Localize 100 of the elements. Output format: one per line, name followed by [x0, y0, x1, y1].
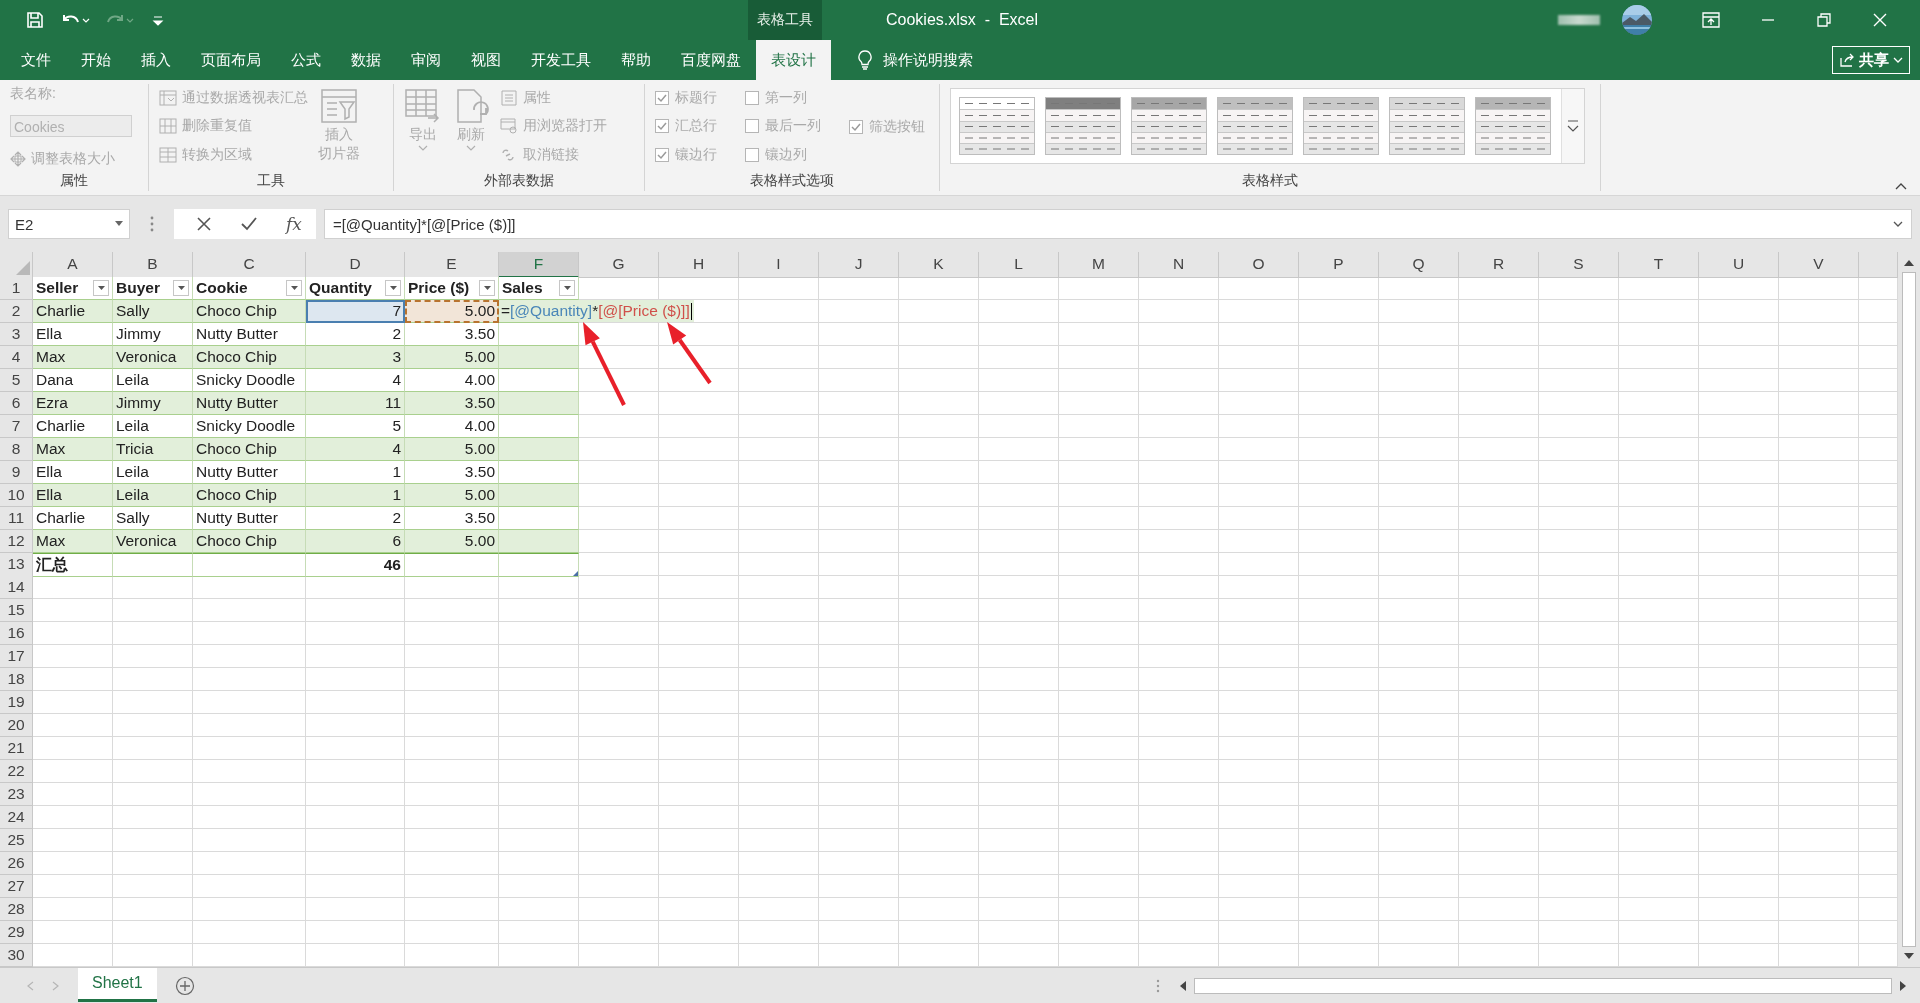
scroll-left-icon[interactable] — [1178, 979, 1188, 992]
column-header[interactable]: N — [1139, 252, 1219, 278]
ribbon-tab[interactable]: 文件 — [6, 40, 66, 80]
scrollbar-thumb[interactable] — [1902, 272, 1916, 947]
row-header[interactable]: 20 — [0, 714, 33, 737]
row-header[interactable]: 21 — [0, 737, 33, 760]
row-header[interactable]: 14 — [0, 576, 33, 599]
name-box[interactable]: E2 — [8, 209, 130, 239]
column-header[interactable]: L — [979, 252, 1059, 278]
row-header[interactable]: 27 — [0, 875, 33, 898]
column-header[interactable]: M — [1059, 252, 1139, 278]
column-header[interactable]: A — [33, 252, 113, 278]
row-header[interactable]: 30 — [0, 944, 33, 967]
column-header[interactable]: E — [405, 252, 499, 278]
restore-icon[interactable] — [1816, 12, 1832, 28]
row-header[interactable]: 10 — [0, 484, 33, 507]
table-style-thumbnail[interactable] — [1131, 97, 1207, 155]
caret-icon[interactable] — [115, 221, 123, 227]
column-header[interactable]: Q — [1379, 252, 1459, 278]
row-header[interactable]: 7 — [0, 415, 33, 438]
add-sheet-icon[interactable] — [174, 975, 195, 996]
column-header[interactable]: C — [193, 252, 306, 278]
ribbon-tab[interactable]: 公式 — [276, 40, 336, 80]
table-style-thumbnail[interactable] — [1045, 97, 1121, 155]
row-header[interactable]: 9 — [0, 461, 33, 484]
column-header[interactable]: D — [306, 252, 405, 278]
row-header[interactable]: 26 — [0, 852, 33, 875]
scroll-down-icon[interactable] — [1903, 951, 1915, 961]
ribbon-tab[interactable]: 插入 — [126, 40, 186, 80]
row-header[interactable]: 2 — [0, 300, 33, 323]
ribbon-tab[interactable]: 审阅 — [396, 40, 456, 80]
resize-handle-icon[interactable] — [573, 571, 578, 576]
row-header[interactable]: 24 — [0, 806, 33, 829]
row-header[interactable]: 11 — [0, 507, 33, 530]
sheet-tab[interactable]: Sheet1 — [78, 967, 157, 1002]
row-header[interactable]: 18 — [0, 668, 33, 691]
row-header[interactable]: 16 — [0, 622, 33, 645]
row-header[interactable]: 17 — [0, 645, 33, 668]
ribbon-tab[interactable]: 表设计 — [756, 40, 831, 80]
row-header[interactable]: 3 — [0, 323, 33, 346]
ribbon-tab[interactable]: 视图 — [456, 40, 516, 80]
scrollbar-thumb[interactable] — [1194, 977, 1892, 994]
table-style-thumbnail[interactable] — [959, 97, 1035, 155]
column-header[interactable]: S — [1539, 252, 1619, 278]
row-header[interactable]: 8 — [0, 438, 33, 461]
row-header[interactable]: 13 — [0, 553, 33, 577]
column-header[interactable]: O — [1219, 252, 1299, 278]
row-header[interactable]: 22 — [0, 760, 33, 783]
row-header[interactable]: 1 — [0, 277, 33, 300]
ribbon-display-icon[interactable] — [1702, 12, 1720, 28]
column-header[interactable]: K — [899, 252, 979, 278]
row-header[interactable]: 12 — [0, 530, 33, 553]
filter-button[interactable] — [286, 280, 302, 296]
table-style-thumbnail[interactable] — [1217, 97, 1293, 155]
ribbon-tab[interactable]: 开发工具 — [516, 40, 606, 80]
filter-button[interactable] — [559, 280, 575, 296]
formula-field[interactable]: =[@Quantity]*[@[Price ($)]] — [323, 209, 1912, 239]
row-header[interactable]: 19 — [0, 691, 33, 714]
scroll-right-icon[interactable] — [1898, 979, 1908, 992]
column-header[interactable]: T — [1619, 252, 1699, 278]
row-header[interactable]: 6 — [0, 392, 33, 415]
ribbon-tab[interactable]: 页面布局 — [186, 40, 276, 80]
table-style-thumbnail[interactable] — [1389, 97, 1465, 155]
ribbon-tab[interactable]: 帮助 — [606, 40, 666, 80]
close-icon[interactable] — [1872, 12, 1888, 28]
ribbon-tab[interactable]: 开始 — [66, 40, 126, 80]
column-header[interactable]: J — [819, 252, 899, 278]
row-header[interactable]: 25 — [0, 829, 33, 852]
row-header[interactable]: 5 — [0, 369, 33, 392]
save-icon[interactable] — [26, 11, 44, 29]
column-header[interactable]: P — [1299, 252, 1379, 278]
column-header[interactable]: U — [1699, 252, 1779, 278]
column-header[interactable]: G — [579, 252, 659, 278]
collapse-ribbon-icon[interactable] — [1894, 181, 1908, 191]
table-style-thumbnail[interactable] — [1475, 97, 1551, 155]
ribbon-tab[interactable]: 百度网盘 — [666, 40, 756, 80]
cancel-icon[interactable] — [196, 216, 212, 232]
column-header[interactable]: R — [1459, 252, 1539, 278]
column-header[interactable]: I — [739, 252, 819, 278]
expand-icon[interactable] — [1893, 220, 1903, 228]
column-header[interactable]: B — [113, 252, 193, 278]
row-header[interactable]: 15 — [0, 599, 33, 622]
customize-icon[interactable] — [152, 13, 164, 27]
tell-me-search[interactable]: 操作说明搜索 — [883, 50, 973, 70]
share-button[interactable]: 共享 — [1832, 46, 1910, 74]
insert-function-button[interactable]: fx — [286, 214, 302, 234]
row-header[interactable]: 4 — [0, 346, 33, 369]
enter-icon[interactable] — [240, 216, 258, 232]
cell-editor[interactable]: =[@Quantity]*[@[Price ($)]] — [499, 300, 694, 322]
filter-button[interactable] — [479, 280, 495, 296]
row-header[interactable]: 23 — [0, 783, 33, 806]
filter-button[interactable] — [93, 280, 109, 296]
filter-button[interactable] — [385, 280, 401, 296]
scroll-up-icon[interactable] — [1903, 258, 1915, 268]
filter-button[interactable] — [173, 280, 189, 296]
row-header[interactable]: 29 — [0, 921, 33, 944]
table-style-thumbnail[interactable] — [1303, 97, 1379, 155]
column-header[interactable]: H — [659, 252, 739, 278]
row-header[interactable]: 28 — [0, 898, 33, 921]
column-header[interactable]: V — [1779, 252, 1859, 278]
